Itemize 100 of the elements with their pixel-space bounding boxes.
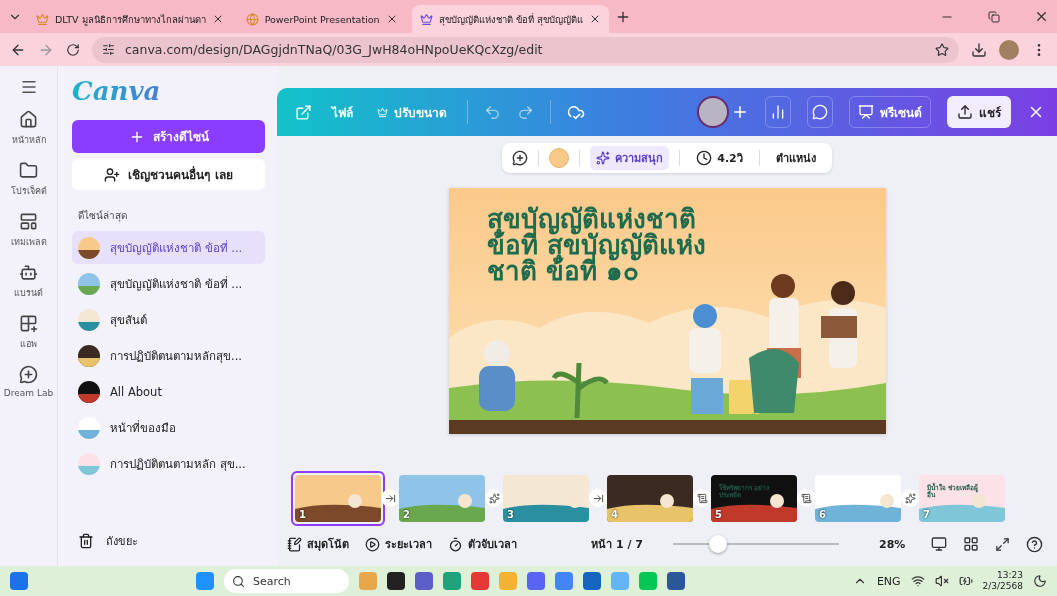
recent-design-item[interactable]: All About bbox=[72, 375, 265, 408]
mute-icon[interactable] bbox=[934, 574, 949, 588]
design-thumbnail-icon bbox=[78, 236, 100, 259]
rail-item[interactable]: แอพ bbox=[19, 314, 38, 351]
add-comment-icon[interactable] bbox=[512, 150, 529, 166]
recent-design-item[interactable]: สุขบัญญัติแห่งชาติ ข้อที่ ... bbox=[72, 231, 265, 264]
chart-icon bbox=[770, 104, 786, 120]
slide-title: สุขบัญญัติแห่งชาติ ข้อที่ สุขบัญญัติแห่งชาติ ข้อที่ ๑๐ bbox=[486, 206, 707, 284]
recent-design-item[interactable]: การปฏิบัติตนตามหลักสุข... bbox=[72, 339, 265, 372]
design-thumbnail-icon bbox=[78, 344, 100, 367]
rail-item[interactable]: โปรเจ็คต์ bbox=[10, 161, 47, 198]
recent-design-item[interactable]: หน้าที่ของมือ bbox=[72, 411, 265, 444]
timer-button[interactable]: ตัวจับเวลา bbox=[448, 535, 517, 553]
recent-design-item[interactable]: การปฏิบัติตนตามหลัก สุข... bbox=[72, 447, 265, 480]
site-settings-icon[interactable] bbox=[102, 43, 115, 56]
moon-icon[interactable] bbox=[1033, 574, 1047, 588]
crown-icon bbox=[377, 106, 388, 118]
upload-icon bbox=[957, 104, 973, 120]
recent-design-item[interactable]: สุขสันต์ bbox=[72, 303, 265, 336]
collaborator-avatar[interactable] bbox=[697, 96, 729, 128]
trash-button[interactable]: ถังขยะ bbox=[72, 532, 265, 550]
template-icon bbox=[19, 212, 38, 231]
design-thumbnail-icon bbox=[78, 452, 100, 475]
bookmark-star-icon[interactable] bbox=[935, 42, 949, 57]
restore-icon[interactable] bbox=[988, 10, 1000, 23]
transition-button[interactable] bbox=[381, 489, 399, 507]
present-button[interactable]: พรีเซนต์ bbox=[849, 96, 931, 128]
insights-button[interactable] bbox=[765, 96, 791, 128]
transition-button[interactable] bbox=[589, 489, 607, 507]
animate-button[interactable]: ความสนุก bbox=[590, 146, 670, 170]
slide-number: 2 bbox=[403, 508, 410, 520]
rail-item[interactable]: เทมเพลต bbox=[10, 212, 47, 249]
transition-button[interactable] bbox=[797, 489, 815, 507]
share-button[interactable]: แชร์ bbox=[947, 96, 1011, 128]
rail-item[interactable]: Dream Lab bbox=[3, 365, 54, 398]
sparkle-icon bbox=[904, 492, 916, 504]
timer-icon bbox=[448, 536, 463, 552]
slider-thumb[interactable] bbox=[708, 535, 727, 553]
search-icon bbox=[231, 574, 245, 588]
add-collaborator-icon[interactable] bbox=[731, 103, 749, 121]
design-thumbnail-icon bbox=[78, 416, 100, 439]
recent-design-item[interactable]: สุขบัญญัติแห่งชาติ ข้อที่ ... bbox=[72, 267, 265, 300]
grid-view-icon[interactable] bbox=[963, 536, 979, 552]
section-heading: ดีไซน์ล่าสุด bbox=[78, 209, 128, 223]
invite-button[interactable]: เชิญชวนคนอื่นๆ เลย bbox=[72, 159, 265, 190]
language-indicator[interactable]: ENG bbox=[876, 574, 901, 588]
notes-button[interactable]: สมุดโน้ต bbox=[287, 535, 349, 553]
wifi-icon[interactable] bbox=[910, 574, 925, 588]
site-icon bbox=[36, 12, 49, 26]
app-icon[interactable] bbox=[666, 572, 685, 590]
globe-icon bbox=[245, 12, 259, 26]
slide-thumbnail[interactable]: 1 bbox=[291, 470, 385, 526]
monitor-icon[interactable] bbox=[931, 536, 947, 552]
position-button[interactable]: ตำแหน่ง bbox=[769, 146, 822, 170]
page-indicator[interactable]: หน้า 1 / 7 bbox=[591, 535, 643, 553]
transition-button[interactable] bbox=[901, 489, 919, 507]
url-text: canva.com/design/DAGgjdnTNaQ/03G_JwH84oHNpoUeKQcXzg/edit bbox=[125, 42, 544, 57]
reload-icon[interactable] bbox=[66, 42, 80, 57]
slide-number: 5 bbox=[715, 508, 722, 520]
close-icon[interactable] bbox=[1034, 9, 1049, 24]
create-design-button[interactable]: สร้างดีไซน์ bbox=[72, 120, 265, 153]
slide-number: 1 bbox=[299, 508, 306, 520]
battery-icon[interactable] bbox=[958, 574, 973, 588]
clock-date[interactable]: 2/3/2568 bbox=[982, 581, 1023, 592]
profile-avatar[interactable] bbox=[999, 39, 1019, 60]
browser-tab[interactable]: สุขบัญญัติแห่งชาติ ข้อที่ สุขบัญญัติแ bbox=[411, 5, 609, 33]
apps-icon bbox=[19, 314, 38, 333]
home-icon bbox=[19, 110, 38, 129]
duration-button[interactable]: 4.2วิ bbox=[690, 146, 749, 170]
app-icon[interactable] bbox=[386, 572, 405, 590]
duration-button[interactable]: ระยะเวลา bbox=[365, 535, 432, 553]
download-icon[interactable] bbox=[971, 41, 987, 58]
site-icon bbox=[419, 12, 433, 26]
browser-tab[interactable]: DLTV มูลนิธิการศึกษาทางไกลผ่านดา bbox=[28, 5, 232, 33]
slide-number: 7 bbox=[923, 508, 930, 520]
menu-icon[interactable] bbox=[19, 78, 38, 96]
rail-item[interactable]: หน้าหลัก bbox=[11, 110, 46, 147]
cloud-saved-icon[interactable] bbox=[567, 103, 585, 121]
slide-thumbnail[interactable]: 3 bbox=[499, 470, 593, 526]
help-icon[interactable] bbox=[1026, 535, 1043, 553]
taskbar-search[interactable]: Search bbox=[223, 569, 349, 593]
color-swatch[interactable] bbox=[549, 148, 570, 168]
slide-number: 6 bbox=[819, 508, 826, 520]
clock-time[interactable]: 13:23 bbox=[997, 570, 1023, 581]
comment-button[interactable] bbox=[807, 96, 833, 128]
address-bar[interactable]: canva.com/design/DAGgjdnTNaQ/03G_JwH84oHNpoUeKQcXzg/edit bbox=[92, 36, 959, 63]
rail-item[interactable]: แบรนด์ bbox=[14, 263, 43, 300]
zoom-reading: 28% bbox=[879, 537, 907, 551]
slide-in-icon bbox=[592, 492, 604, 504]
transition-button[interactable] bbox=[693, 489, 711, 507]
design-thumbnail-icon bbox=[78, 380, 100, 403]
robot-icon bbox=[19, 263, 38, 282]
transition-button[interactable] bbox=[485, 489, 503, 507]
animation-icon bbox=[596, 151, 611, 165]
people-icon bbox=[104, 166, 121, 183]
slide-number: 3 bbox=[507, 508, 514, 520]
browser-tab[interactable]: PowerPoint Presentation bbox=[237, 5, 406, 33]
folder-icon bbox=[19, 161, 38, 180]
play-icon bbox=[365, 536, 380, 552]
fullscreen-icon[interactable] bbox=[995, 536, 1010, 552]
